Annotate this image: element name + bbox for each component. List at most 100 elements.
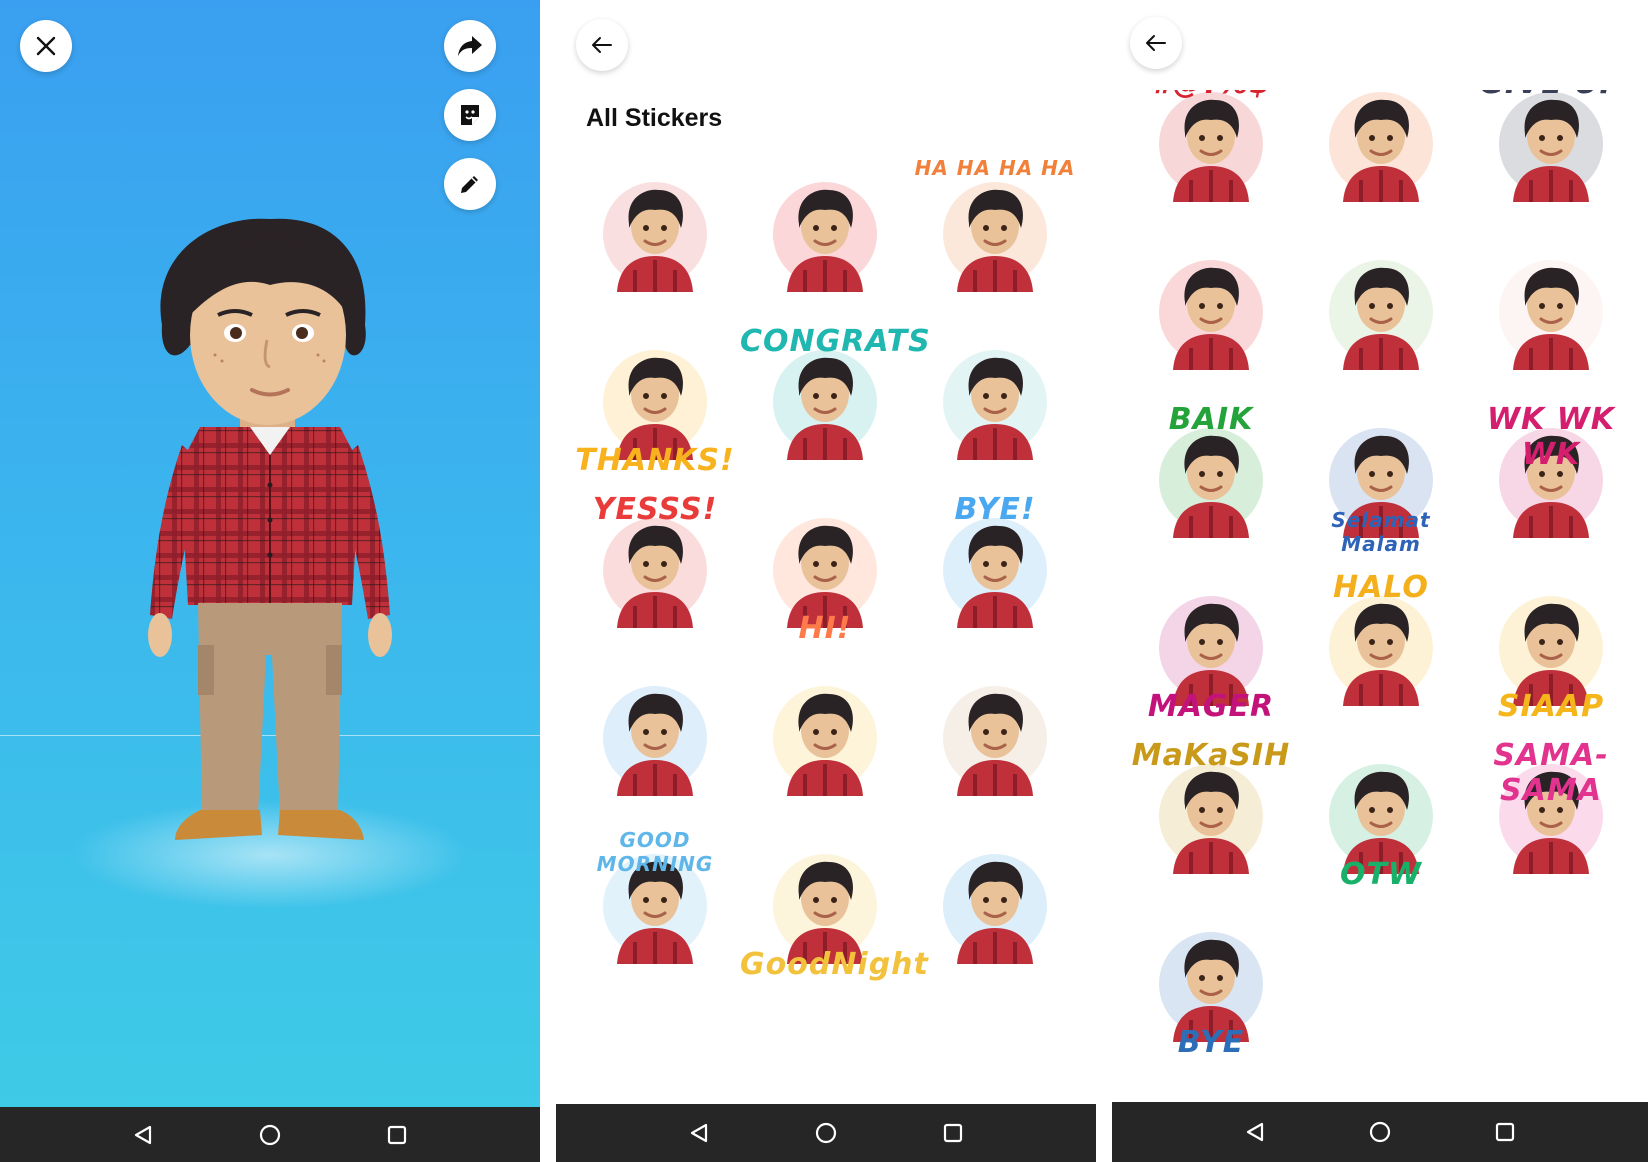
sticker-caption: YESSS! [592,492,718,527]
system-navbar [556,1104,1096,1162]
sticker-caption: HALO [1333,570,1429,605]
back-triangle-icon [1246,1122,1263,1142]
sticker-item[interactable]: HA HA HA HA [910,150,1080,318]
sticker-item[interactable]: GoodNight [740,822,929,990]
system-navbar [0,1107,540,1162]
sticker-icon [461,105,479,125]
back-triangle-icon [135,1125,152,1144]
sticker-caption: Selamat Malam [1331,508,1431,556]
avatar-bust-icon [773,686,877,796]
sticker-caption: GOOD MORNING [596,828,714,876]
recents-square-icon [1496,1122,1515,1142]
sticker-caption: MaKaSIH [1131,738,1291,773]
sticker-caption: GoodNight [740,947,929,982]
nav-recents-button[interactable] [1491,1118,1519,1146]
sticker-item[interactable] [570,150,740,318]
sticker-item[interactable]: YESSS! [570,486,740,654]
sticker-pack-screen: #@!%$GIVE UPBAIKSelamat MalamWK WK WKMAG… [1112,0,1648,1162]
sticker-item[interactable]: MaKaSIH [1126,732,1296,900]
close-button[interactable] [20,20,72,72]
sticker-caption: CONGRATS [740,324,931,359]
sticker-caption: HI! [798,611,852,646]
avatar-bust-icon [773,350,877,460]
avatar-bust-icon [943,518,1047,628]
sticker-item[interactable]: HALO [1296,564,1466,732]
arrow-left-icon [592,37,612,53]
nav-recents-button[interactable] [939,1119,967,1147]
avatar-bust-icon [603,182,707,292]
sticker-caption: BAIK [1168,402,1254,437]
sticker-caption: HA HA HA HA [914,156,1076,180]
system-navbar [1112,1102,1648,1162]
avatar-bust-icon [1159,428,1263,538]
sticker-item[interactable]: THANKS! [570,318,740,486]
sticker-caption: MAGER [1147,689,1275,724]
sticker-item[interactable] [740,654,910,822]
sticker-item[interactable] [1296,228,1466,396]
sticker-item[interactable] [1466,228,1636,396]
avatar-bust-icon [603,518,707,628]
sticker-caption: SAMA-SAMA [1493,738,1609,808]
avatar-preview-screen [0,0,540,1162]
sticker-item[interactable]: GOOD MORNING [570,822,740,990]
sticker-item[interactable] [910,654,1080,822]
sticker-caption: WK WK WK [1486,402,1616,472]
back-button[interactable] [576,19,628,71]
avatar-bust-icon [1159,260,1263,370]
nav-back-button[interactable] [129,1121,157,1149]
sticker-item[interactable]: BYE! [910,486,1080,654]
sticker-grid: #@!%$GIVE UPBAIKSelamat MalamWK WK WKMAG… [1126,60,1636,1068]
sticker-item[interactable]: CONGRATS [740,318,931,486]
sticker-caption: OTW [1339,857,1423,892]
avatar-figure [148,218,392,840]
avatar-bust-icon [1499,260,1603,370]
sticker-item[interactable]: HI! [740,486,910,654]
avatar-bust-icon [943,350,1047,460]
back-triangle-icon [691,1123,708,1143]
sticker-caption: BYE! [954,492,1036,527]
sticker-item[interactable]: OTW [1296,732,1466,900]
home-circle-icon [815,1122,837,1144]
sticker-caption: SIAAP [1497,689,1605,724]
sticker-item[interactable]: SIAAP [1466,564,1636,732]
sticker-button[interactable] [444,89,496,141]
share-button[interactable] [444,20,496,72]
avatar-bust-icon [943,686,1047,796]
sticker-item[interactable] [1126,228,1296,396]
recents-square-icon [943,1123,962,1143]
sticker-item[interactable]: BYE [1126,900,1296,1068]
nav-home-button[interactable] [1366,1118,1394,1146]
avatar-bust-icon [1159,92,1263,202]
nav-recents-button[interactable] [383,1121,411,1149]
avatar-bust-icon [603,686,707,796]
section-title: All Stickers [586,104,723,132]
sticker-item[interactable] [910,318,1080,486]
sticker-grid: HA HA HA HA THANKS! CONGRATS YESSS! HI! BYE! G… [570,150,1080,990]
sticker-item[interactable]: MAGER [1126,564,1296,732]
edit-avatar-button[interactable] [444,158,496,210]
sticker-item[interactable] [910,822,1080,990]
sticker-item[interactable]: SAMA-SAMA [1466,732,1636,900]
pencil-icon [461,176,478,193]
sticker-caption: BYE [1177,1025,1245,1060]
sticker-item[interactable]: BAIK [1126,396,1296,564]
back-button[interactable] [1130,17,1182,69]
avatar-bust-icon [1329,92,1433,202]
avatar-bust-icon [1329,596,1433,706]
all-stickers-screen: All Stickers HA HA HA HA THANKS! CONGRATS Y… [556,0,1096,1162]
nav-home-button[interactable] [256,1121,284,1149]
avatar-bust-icon [943,854,1047,964]
recents-square-icon [387,1125,406,1144]
sticker-item[interactable] [740,150,910,318]
sticker-item[interactable] [570,654,740,822]
nav-back-button[interactable] [1241,1118,1269,1146]
arrow-left-icon [1146,35,1166,51]
home-circle-icon [1369,1121,1391,1143]
nav-back-button[interactable] [685,1119,713,1147]
sticker-item[interactable]: WK WK WK [1466,396,1636,564]
avatar-bust-icon [1159,764,1263,874]
share-icon [458,36,482,56]
sticker-item[interactable]: Selamat Malam [1296,396,1466,564]
header-bar [1112,0,1648,90]
nav-home-button[interactable] [812,1119,840,1147]
